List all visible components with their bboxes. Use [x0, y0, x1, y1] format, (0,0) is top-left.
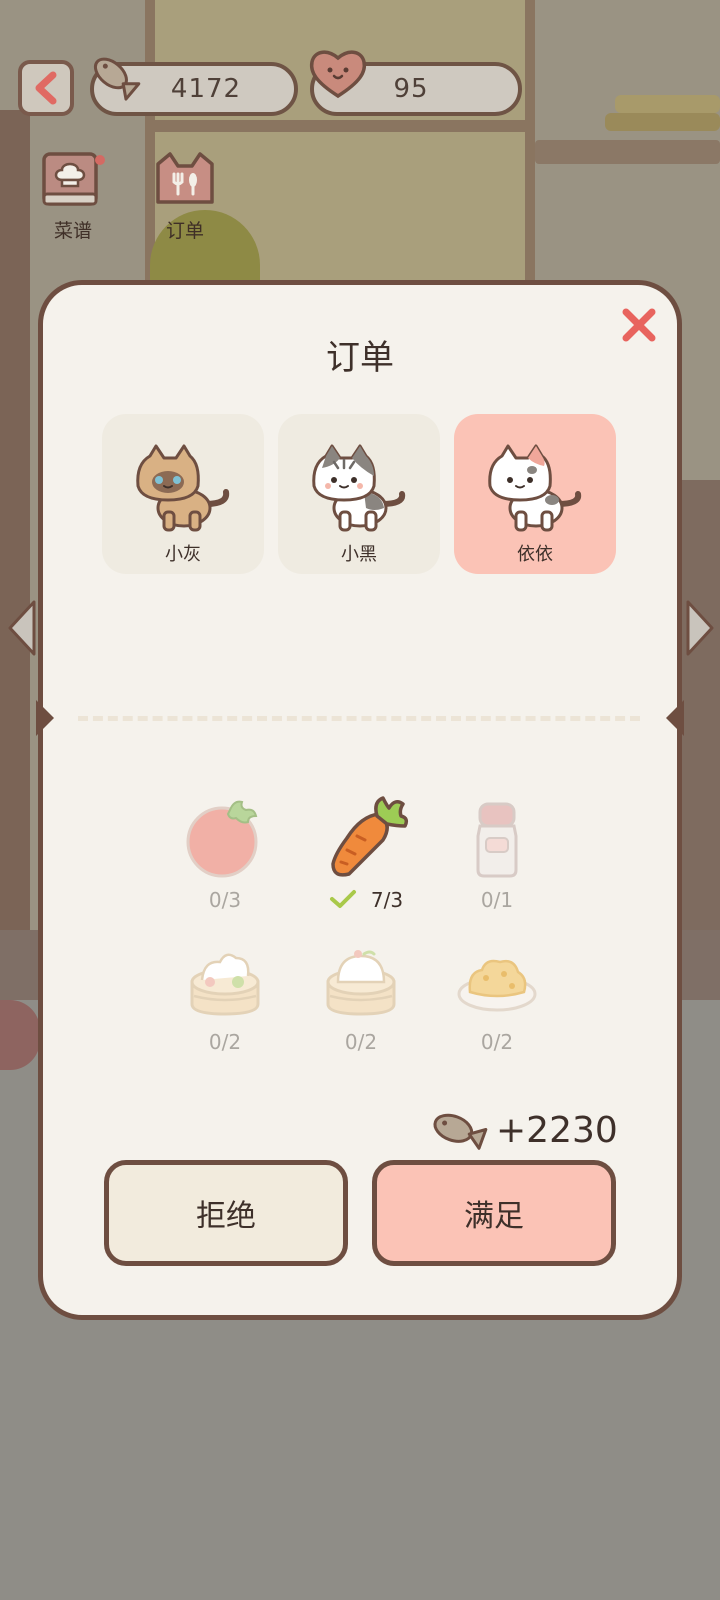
- tomato-icon: [186, 800, 258, 878]
- item-count: 0/3: [208, 888, 242, 912]
- wall-shelf: [535, 140, 720, 164]
- fish-icon: [93, 57, 141, 101]
- bun-steamer-icon: [326, 950, 396, 1016]
- left-cabinet: [0, 110, 30, 930]
- carrot-icon: [331, 796, 409, 877]
- ticket-notch-right: [666, 700, 684, 736]
- cat-card-xiaohei[interactable]: 小黑: [278, 414, 440, 574]
- heart-icon: [309, 50, 367, 99]
- order-item-dumpling: 0/2: [165, 942, 285, 1054]
- accept-button[interactable]: 满足: [372, 1160, 616, 1266]
- white-cat-icon: [488, 444, 582, 532]
- cat-card-yiyi[interactable]: 依依: [454, 414, 616, 574]
- reject-button[interactable]: 拒绝: [104, 1160, 348, 1266]
- siamese-cat-icon: [136, 444, 230, 532]
- fish-icon: [433, 1113, 488, 1150]
- tabby-cat-icon: [312, 444, 406, 532]
- reject-label: 拒绝: [196, 1199, 256, 1234]
- order-label: 订单: [165, 220, 204, 242]
- next-arrow-icon[interactable]: [686, 598, 716, 658]
- window-frame: [145, 120, 535, 132]
- fried-rice-plate-icon: [457, 959, 537, 1012]
- item-count: 7/3: [370, 888, 404, 912]
- reward-amount: +2230: [496, 1109, 618, 1151]
- order-item-milk: 0/1: [437, 794, 557, 912]
- right-cabinet: [680, 480, 720, 1000]
- recipe-label: 菜谱: [53, 220, 92, 242]
- recipe-menu-button[interactable]: 菜谱: [38, 150, 108, 243]
- order-item-bun: 0/2: [301, 942, 421, 1054]
- accept-label: 满足: [464, 1199, 524, 1234]
- panel-title: 订单: [326, 338, 394, 378]
- order-item-tomato: 0/3: [165, 794, 285, 912]
- dumpling-steamer-icon: [190, 953, 260, 1016]
- cat-name: 小黑: [341, 544, 377, 565]
- folded-towel: [605, 113, 720, 131]
- ticket-divider: [78, 716, 640, 721]
- cat-name: 小灰: [165, 544, 201, 565]
- folded-towel: [615, 95, 720, 113]
- back-button[interactable]: [18, 60, 74, 116]
- recipe-book-icon: [42, 152, 105, 206]
- chevron-left-icon: [35, 71, 57, 105]
- order-item-fried-rice: 0/2: [437, 942, 557, 1054]
- item-count: 0/2: [344, 1030, 378, 1054]
- order-menu-button[interactable]: 订单: [150, 150, 220, 243]
- previous-arrow-icon[interactable]: [6, 598, 36, 658]
- checkmark-icon: [329, 890, 356, 908]
- fish-count: 4172: [170, 74, 242, 104]
- item-count: 0/2: [208, 1030, 242, 1054]
- item-count: 0/1: [480, 888, 514, 912]
- item-count: 0/2: [480, 1030, 514, 1054]
- cat-order-icon: [156, 152, 214, 204]
- heart-count: 95: [393, 74, 429, 104]
- ticket-notch-left: [36, 700, 54, 736]
- cat-name: 依依: [517, 544, 553, 565]
- order-reward: +2230: [428, 1106, 618, 1154]
- item-count-complete: 7/3: [306, 888, 426, 912]
- order-item-carrot: 7/3: [306, 794, 426, 912]
- cat-card-xiaohui[interactable]: 小灰: [102, 414, 264, 574]
- milk-bottle-icon: [476, 802, 518, 878]
